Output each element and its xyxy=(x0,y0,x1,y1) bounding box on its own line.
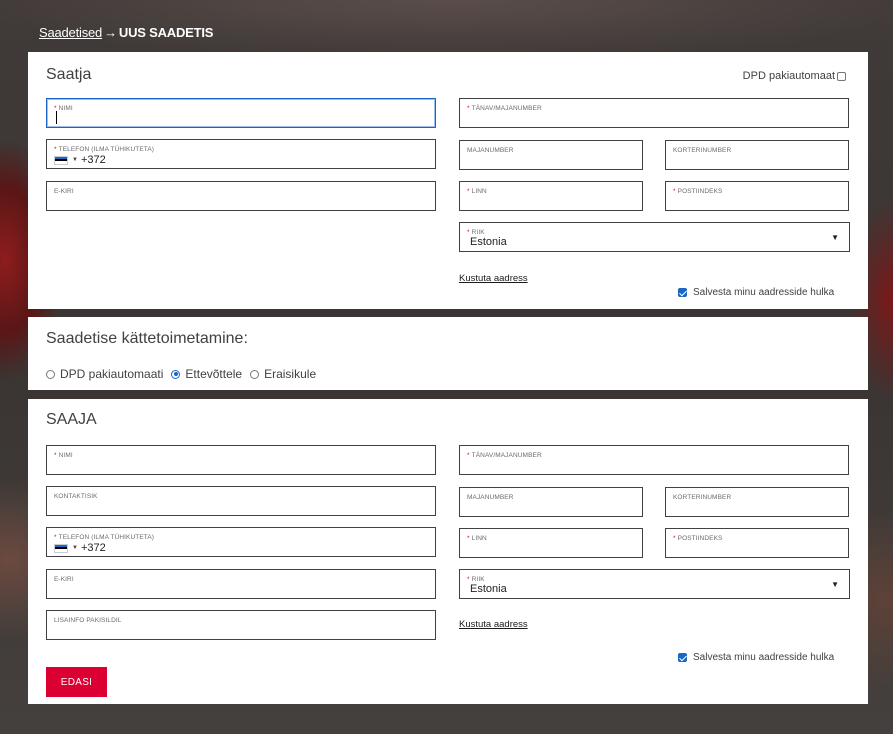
delivery-panel: Saadetise kättetoimetamine: DPD pakiauto… xyxy=(28,317,868,390)
receiver-panel: SAAJA * NIMI KONTAKTISIK * TELEFON (ILMA T… xyxy=(28,399,868,704)
radio-button[interactable] xyxy=(171,369,181,379)
sender-street-label: TÄNAV/MAJANUMBER xyxy=(471,105,542,112)
sender-city-label: LINN xyxy=(471,188,487,195)
sender-phone-prefix: +372 xyxy=(80,154,106,166)
receiver-country-value: Estonia xyxy=(470,583,507,595)
estonia-flag-icon[interactable] xyxy=(54,155,68,165)
receiver-country-select[interactable]: * RIIK Estonia ▼ xyxy=(459,569,850,599)
sender-phone-label: TELEFON (ILMA TÜHIKUTETA) xyxy=(58,146,155,153)
receiver-name-label: NIMI xyxy=(58,452,73,459)
delivery-option-pakiautomaat[interactable]: DPD pakiautomaati xyxy=(46,367,163,381)
caret-down-icon[interactable]: ▼ xyxy=(72,157,78,163)
sender-name-field[interactable]: * NIMI xyxy=(46,98,436,128)
sender-country-label: RIIK xyxy=(471,229,485,236)
breadcrumb: Saadetised → UUS SAADETIS xyxy=(39,25,213,40)
pakiautomaat-toggle[interactable]: DPD pakiautomaat xyxy=(743,70,846,82)
delivery-options: DPD pakiautomaati Ettevõttele Eraisikule xyxy=(46,367,316,381)
receiver-contact-label: KONTAKTISIK xyxy=(54,493,98,500)
receiver-delete-address-link[interactable]: Kustuta aadress xyxy=(459,619,528,630)
delivery-option-ettevottele[interactable]: Ettevõttele xyxy=(171,367,242,381)
pakiautomaat-label: DPD pakiautomaat xyxy=(742,70,835,82)
receiver-phone-prefix: +372 xyxy=(80,542,106,554)
radio-button[interactable] xyxy=(250,369,260,379)
receiver-save-label: Salvesta minu aadresside hulka xyxy=(693,652,835,663)
chevron-down-icon: ▼ xyxy=(831,580,839,589)
receiver-postal-label: POSTIINDEKS xyxy=(677,535,723,542)
receiver-email-label: E-KIRI xyxy=(54,576,74,583)
receiver-city-field[interactable]: * LINN xyxy=(459,528,643,558)
sender-city-field[interactable]: * LINN xyxy=(459,181,643,211)
sender-country-value: Estonia xyxy=(470,236,507,248)
receiver-name-field[interactable]: * NIMI xyxy=(46,445,436,475)
receiver-phone-label: TELEFON (ILMA TÜHIKUTETA) xyxy=(58,534,155,541)
pakiautomaat-checkbox[interactable] xyxy=(837,71,846,81)
receiver-title: SAAJA xyxy=(46,411,97,428)
receiver-extra-label: LISAINFO PAKISILDIL xyxy=(54,617,122,624)
receiver-house-label: MAJANUMBER xyxy=(467,494,514,501)
receiver-extra-info-field[interactable]: LISAINFO PAKISILDIL xyxy=(46,610,436,640)
receiver-postal-field[interactable]: * POSTIINDEKS xyxy=(665,528,849,558)
breadcrumb-separator: → xyxy=(104,25,117,40)
receiver-street-field[interactable]: * TÄNAV/MAJANUMBER xyxy=(459,445,849,475)
chevron-down-icon: ▼ xyxy=(831,233,839,242)
receiver-street-label: TÄNAV/MAJANUMBER xyxy=(471,452,542,459)
sender-delete-address-link[interactable]: Kustuta aadress xyxy=(459,273,528,284)
sender-save-checkbox[interactable] xyxy=(678,288,687,297)
sender-house-field[interactable]: MAJANUMBER xyxy=(459,140,643,170)
receiver-country-label: RIIK xyxy=(471,576,485,583)
sender-country-select[interactable]: * RIIK Estonia ▼ xyxy=(459,222,850,252)
receiver-city-label: LINN xyxy=(471,535,487,542)
sender-street-field[interactable]: * TÄNAV/MAJANUMBER xyxy=(459,98,849,128)
sender-apartment-label: KORTERINUMBER xyxy=(673,147,732,154)
sender-title: Saatja xyxy=(46,66,92,83)
receiver-save-checkbox[interactable] xyxy=(678,653,687,662)
delivery-title: Saadetise kättetoimetamine: xyxy=(46,330,248,347)
text-cursor xyxy=(56,111,57,124)
breadcrumb-parent-link[interactable]: Saadetised xyxy=(39,25,102,40)
caret-down-icon[interactable]: ▼ xyxy=(72,545,78,551)
sender-apartment-field[interactable]: KORTERINUMBER xyxy=(665,140,849,170)
sender-house-label: MAJANUMBER xyxy=(467,147,514,154)
receiver-contact-field[interactable]: KONTAKTISIK xyxy=(46,486,436,516)
sender-postal-field[interactable]: * POSTIINDEKS xyxy=(665,181,849,211)
sender-email-label: E-KIRI xyxy=(54,188,74,195)
receiver-apartment-label: KORTERINUMBER xyxy=(673,494,732,501)
sender-email-field[interactable]: E-KIRI xyxy=(46,181,436,211)
sender-phone-field[interactable]: * TELEFON (ILMA TÜHIKUTETA) ▼ +372 xyxy=(46,139,436,169)
delivery-option-eraisikule[interactable]: Eraisikule xyxy=(250,367,316,381)
sender-postal-label: POSTIINDEKS xyxy=(677,188,723,195)
sender-panel: Saatja DPD pakiautomaat * NIMI * TELEFON (… xyxy=(28,52,868,309)
sender-save-address[interactable]: Salvesta minu aadresside hulka xyxy=(678,287,834,298)
sender-name-label: NIMI xyxy=(58,105,73,112)
breadcrumb-current: UUS SAADETIS xyxy=(118,25,214,40)
sender-save-label: Salvesta minu aadresside hulka xyxy=(693,287,835,298)
submit-button[interactable]: EDASI xyxy=(46,667,107,697)
receiver-phone-field[interactable]: * TELEFON (ILMA TÜHIKUTETA) ▼ +372 xyxy=(46,527,436,557)
receiver-save-address[interactable]: Salvesta minu aadresside hulka xyxy=(678,652,834,663)
estonia-flag-icon[interactable] xyxy=(54,543,68,553)
radio-button[interactable] xyxy=(46,369,55,379)
receiver-email-field[interactable]: E-KIRI xyxy=(46,569,436,599)
receiver-house-field[interactable]: MAJANUMBER xyxy=(459,487,643,517)
receiver-apartment-field[interactable]: KORTERINUMBER xyxy=(665,487,849,517)
